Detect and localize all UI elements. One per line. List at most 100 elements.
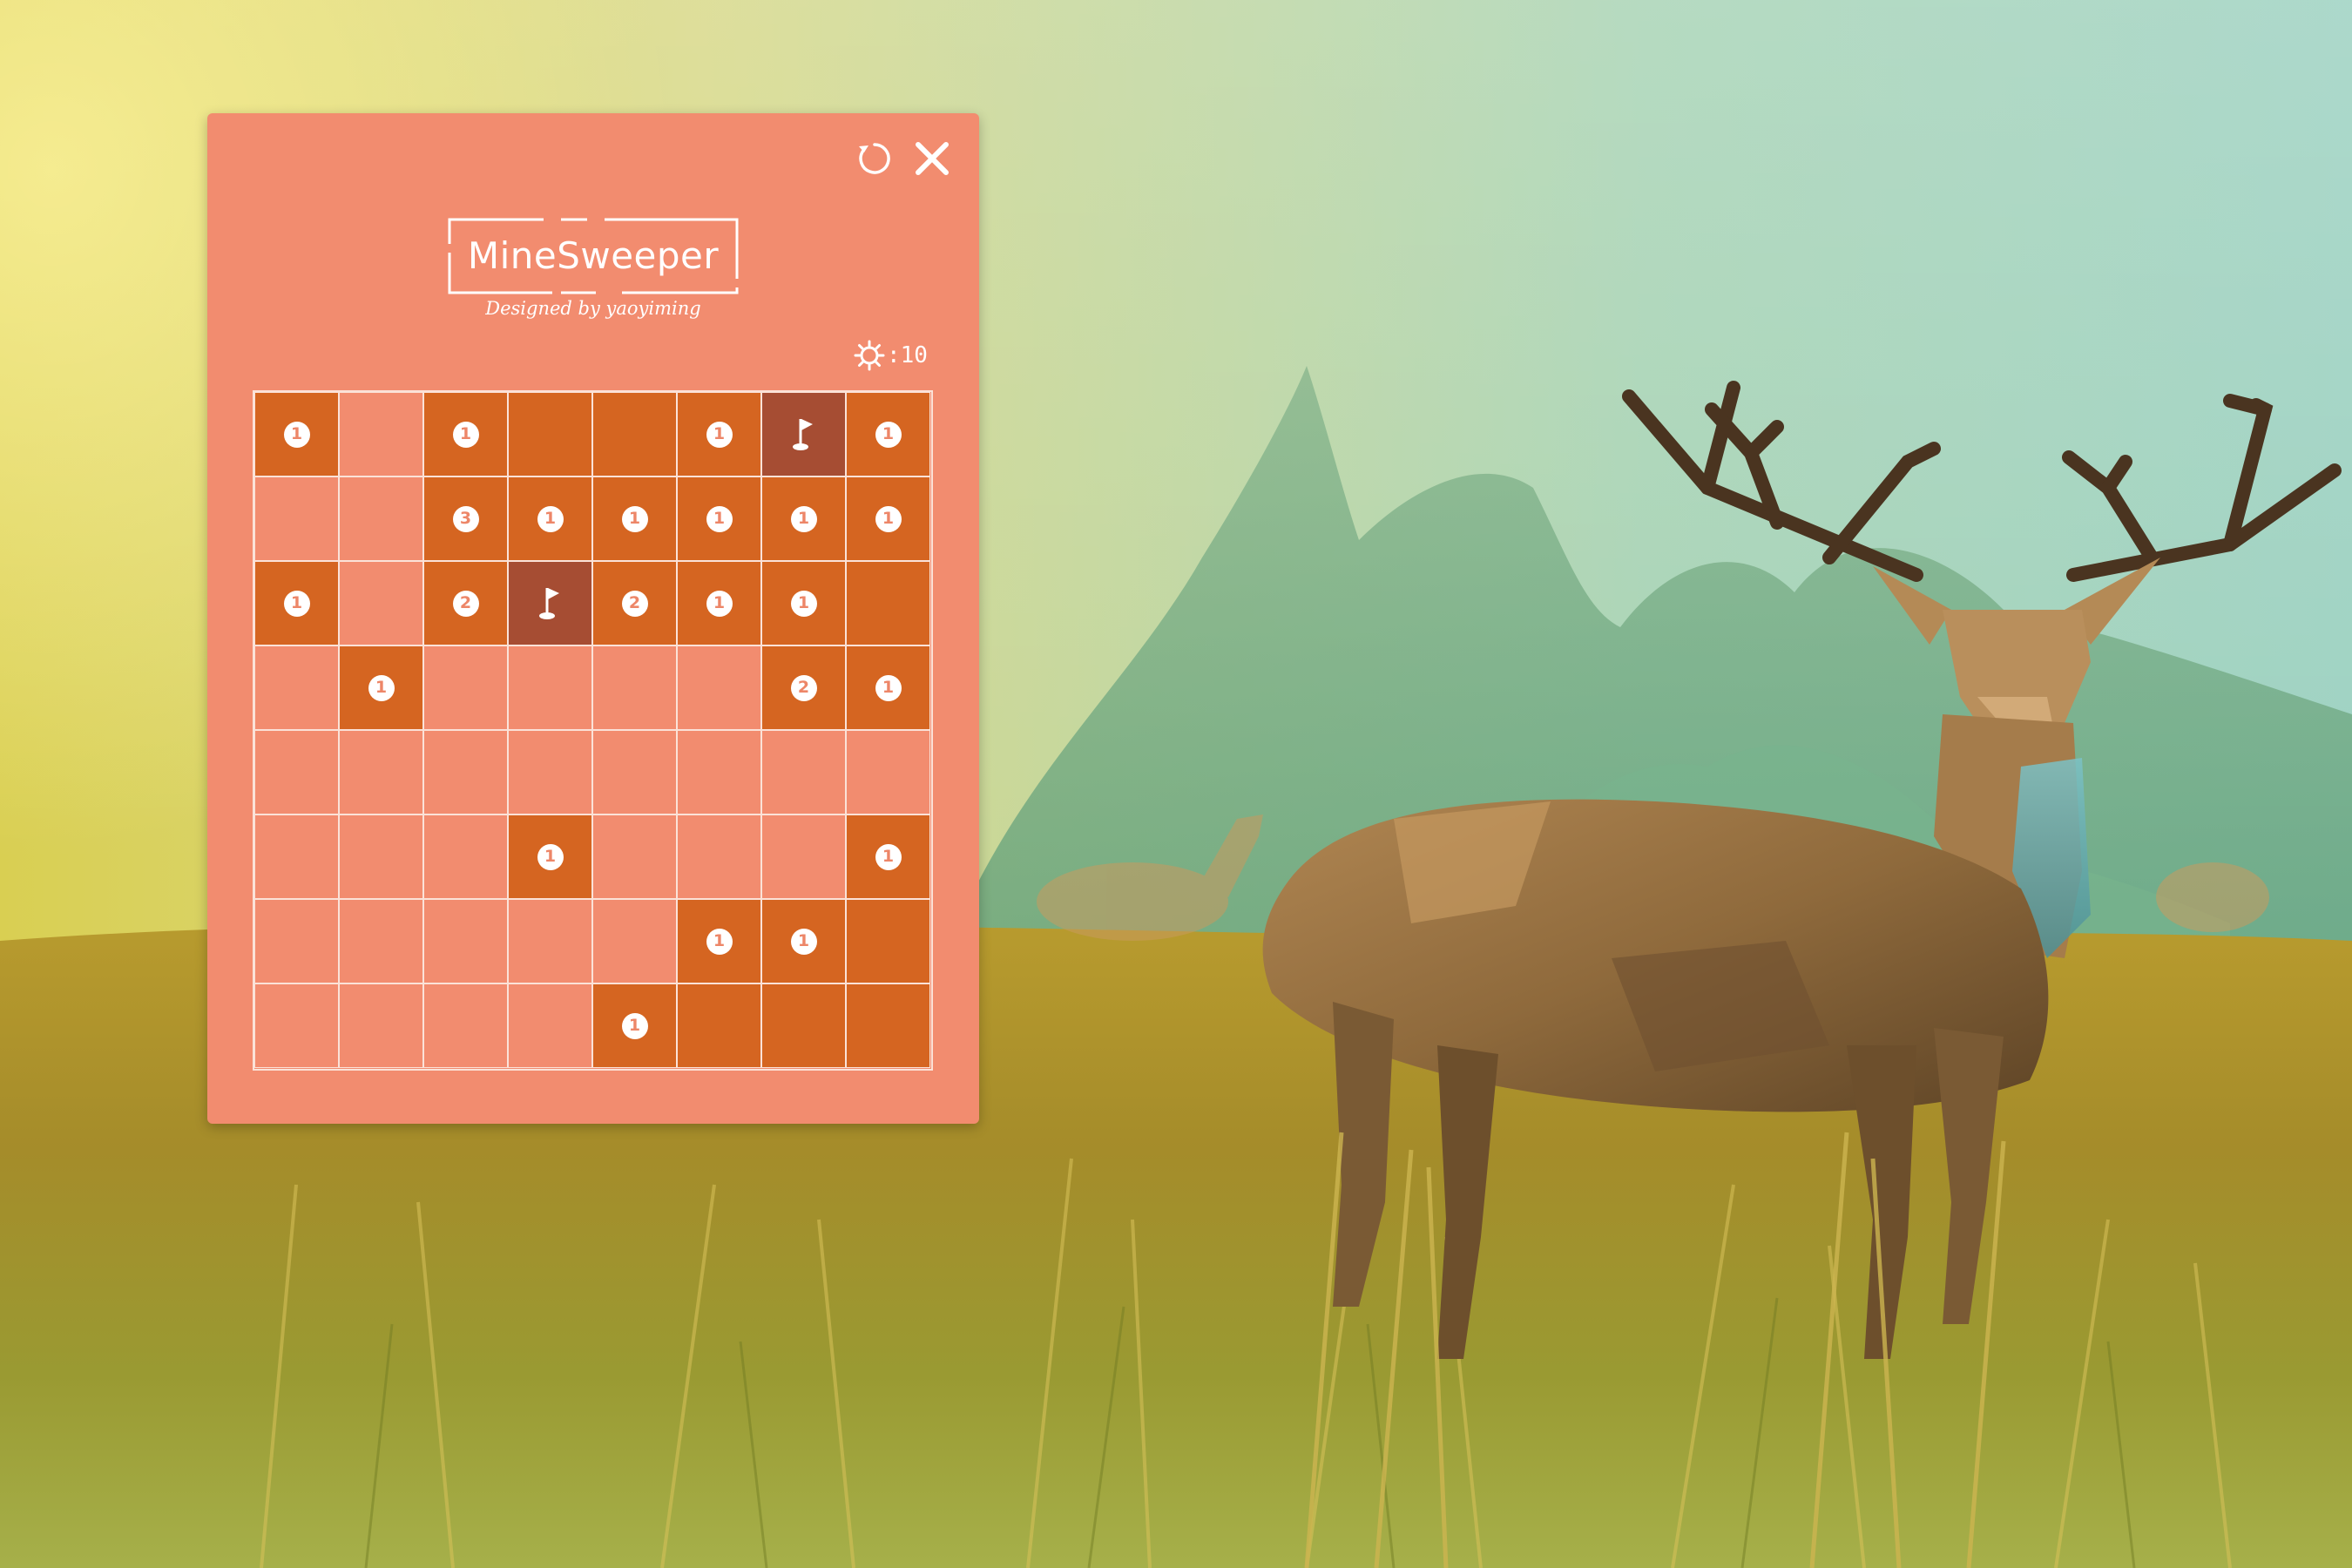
board-cell-r4-c8[interactable]: 1 (846, 645, 930, 730)
cell-number: 1 (621, 1012, 648, 1039)
board-cell-r7-c3[interactable] (423, 899, 508, 983)
board-cell-r5-c1[interactable] (254, 730, 339, 814)
game-title: MineSweeper (467, 234, 720, 277)
board-cell-r2-c2[interactable] (339, 476, 423, 561)
board-cell-r3-c8[interactable] (846, 561, 930, 645)
restart-icon (859, 143, 890, 174)
board-cell-r6-c1[interactable] (254, 814, 339, 899)
board-cell-r5-c6[interactable] (677, 730, 761, 814)
board-cell-r7-c7[interactable]: 1 (761, 899, 846, 983)
board-cell-r3-c6[interactable]: 1 (677, 561, 761, 645)
board-cell-r1-c2[interactable] (339, 392, 423, 476)
cell-number: 1 (875, 505, 902, 532)
board-cell-r6-c4[interactable]: 1 (508, 814, 592, 899)
board-cell-r8-c6[interactable] (677, 983, 761, 1068)
flag-icon (538, 587, 559, 619)
board-cell-r1-c7[interactable] (761, 392, 846, 476)
board-cell-r1-c6[interactable]: 1 (677, 392, 761, 476)
board-cell-r8-c7[interactable] (761, 983, 846, 1068)
mine-icon (854, 340, 885, 371)
board-cell-r1-c1[interactable]: 1 (254, 392, 339, 476)
cell-number: 1 (790, 590, 817, 617)
board-cell-r7-c1[interactable] (254, 899, 339, 983)
board-cell-r3-c5[interactable]: 2 (592, 561, 677, 645)
board-cell-r5-c5[interactable] (592, 730, 677, 814)
board-cell-r7-c8[interactable] (846, 899, 930, 983)
board-cell-r4-c4[interactable] (508, 645, 592, 730)
restart-button[interactable] (852, 136, 897, 181)
cell-number: 1 (875, 421, 902, 448)
board-cell-r4-c2[interactable]: 1 (339, 645, 423, 730)
game-subtitle: Designed by yaoyiming (485, 298, 701, 319)
cell-number: 1 (621, 505, 648, 532)
board-cell-r1-c3[interactable]: 1 (423, 392, 508, 476)
board-cell-r2-c7[interactable]: 1 (761, 476, 846, 561)
board-cell-r6-c8[interactable]: 1 (846, 814, 930, 899)
board-cell-r3-c1[interactable]: 1 (254, 561, 339, 645)
board-cell-r4-c7[interactable]: 2 (761, 645, 846, 730)
board-cell-r7-c2[interactable] (339, 899, 423, 983)
board-cell-r8-c4[interactable] (508, 983, 592, 1068)
cell-number: 1 (875, 674, 902, 701)
board-cell-r2-c6[interactable]: 1 (677, 476, 761, 561)
board-cell-r4-c5[interactable] (592, 645, 677, 730)
board-cell-r5-c2[interactable] (339, 730, 423, 814)
board-cell-r8-c2[interactable] (339, 983, 423, 1068)
board-cell-r6-c5[interactable] (592, 814, 677, 899)
board-cell-r3-c3[interactable]: 2 (423, 561, 508, 645)
board-cell-r4-c1[interactable] (254, 645, 339, 730)
cell-number: 1 (790, 928, 817, 955)
cell-number: 1 (452, 421, 479, 448)
board-cell-r4-c6[interactable] (677, 645, 761, 730)
board-cell-r3-c2[interactable] (339, 561, 423, 645)
board-cell-r7-c6[interactable]: 1 (677, 899, 761, 983)
board-cell-r8-c5[interactable]: 1 (592, 983, 677, 1068)
minesweeper-window: MineSweeper Designed by yaoyiming :10 11… (207, 113, 979, 1124)
cell-number: 1 (706, 590, 733, 617)
minefield-board: 1 1 1 1 3 1 1 1 1 1 1 2 2 1 1 1 2 1 1 1 1 1 1 (253, 390, 933, 1071)
board-cell-r2-c5[interactable]: 1 (592, 476, 677, 561)
close-button[interactable] (909, 136, 955, 181)
cell-number: 1 (706, 928, 733, 955)
board-cell-r2-c3[interactable]: 3 (423, 476, 508, 561)
board-cell-r5-c3[interactable] (423, 730, 508, 814)
board-cell-r2-c8[interactable]: 1 (846, 476, 930, 561)
mine-counter-value: :10 (887, 342, 928, 368)
cell-number: 2 (452, 590, 479, 617)
board-cell-r2-c4[interactable]: 1 (508, 476, 592, 561)
flag-icon (792, 418, 813, 450)
mine-counter: :10 (854, 338, 928, 373)
board-cell-r4-c3[interactable] (423, 645, 508, 730)
cell-number: 1 (283, 421, 310, 448)
close-icon (916, 142, 949, 175)
board-cell-r3-c7[interactable]: 1 (761, 561, 846, 645)
board-cell-r8-c3[interactable] (423, 983, 508, 1068)
cell-number: 1 (875, 843, 902, 870)
cell-number: 2 (790, 674, 817, 701)
board-cell-r2-c1[interactable] (254, 476, 339, 561)
board-cell-r5-c8[interactable] (846, 730, 930, 814)
cell-number: 1 (706, 505, 733, 532)
game-logo: MineSweeper (448, 218, 739, 305)
board-cell-r6-c3[interactable] (423, 814, 508, 899)
cell-number: 1 (537, 843, 564, 870)
board-cell-r8-c1[interactable] (254, 983, 339, 1068)
board-cell-r7-c4[interactable] (508, 899, 592, 983)
board-cell-r5-c7[interactable] (761, 730, 846, 814)
cell-number: 3 (452, 505, 479, 532)
board-cell-r1-c8[interactable]: 1 (846, 392, 930, 476)
cell-number: 2 (621, 590, 648, 617)
board-cell-r1-c4[interactable] (508, 392, 592, 476)
board-cell-r1-c5[interactable] (592, 392, 677, 476)
board-cell-r8-c8[interactable] (846, 983, 930, 1068)
board-cell-r7-c5[interactable] (592, 899, 677, 983)
cell-number: 1 (283, 590, 310, 617)
board-cell-r3-c4[interactable] (508, 561, 592, 645)
board-cell-r6-c7[interactable] (761, 814, 846, 899)
board-cell-r6-c6[interactable] (677, 814, 761, 899)
board-cell-r6-c2[interactable] (339, 814, 423, 899)
cell-number: 1 (368, 674, 395, 701)
board-cell-r5-c4[interactable] (508, 730, 592, 814)
cell-number: 1 (790, 505, 817, 532)
cell-number: 1 (537, 505, 564, 532)
